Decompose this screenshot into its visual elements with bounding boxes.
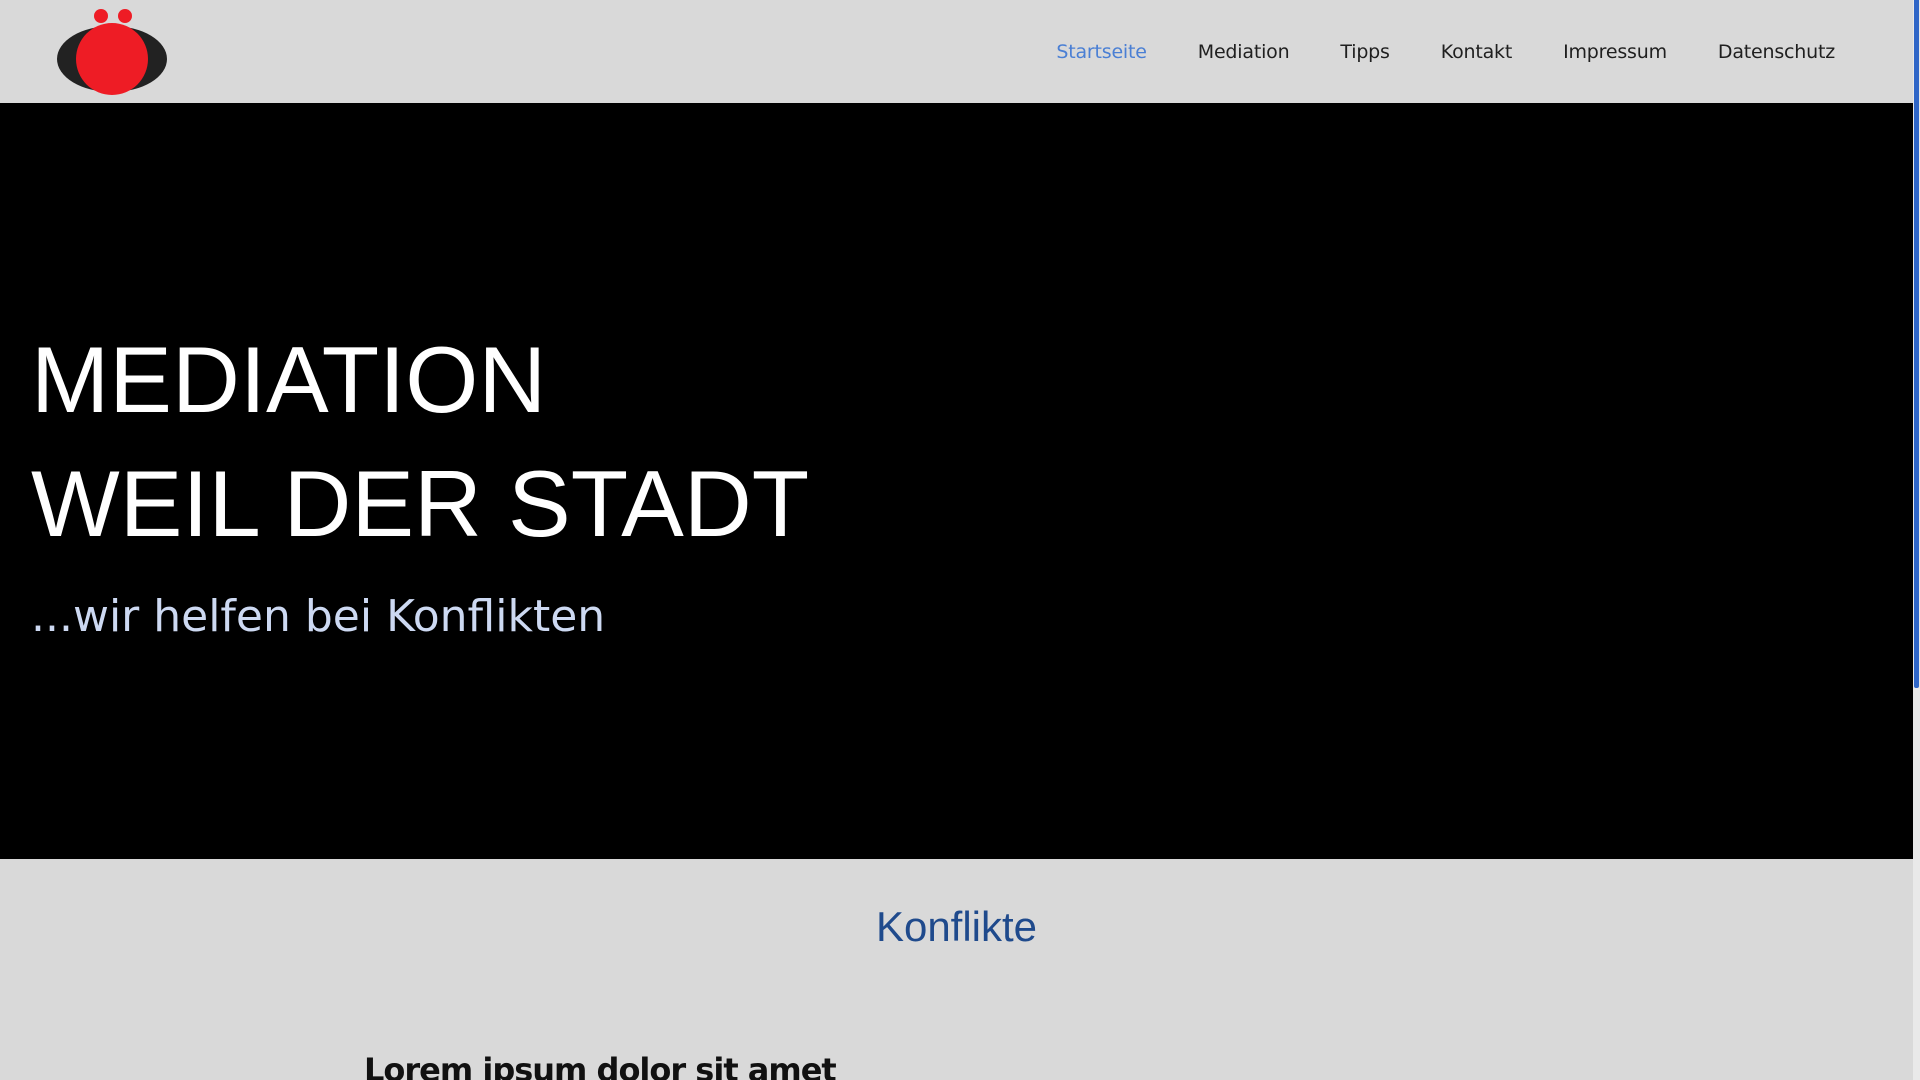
page-scrollbar[interactable]	[1913, 0, 1920, 1080]
nav-item-startseite[interactable]: Startseite	[1056, 41, 1147, 63]
nav-item-datenschutz[interactable]: Datenschutz	[1718, 41, 1835, 63]
hero-banner: MEDIATION WEIL DER STADT ...wir helfen b…	[0, 103, 1913, 859]
logo-icon[interactable]	[57, 9, 167, 95]
hero-title-line-2: WEIL DER STADT	[31, 451, 810, 556]
page: Startseite Mediation Tipps Kontakt Impre…	[0, 0, 1920, 1080]
site-header: Startseite Mediation Tipps Kontakt Impre…	[0, 0, 1913, 103]
nav-item-tipps[interactable]: Tipps	[1340, 41, 1390, 63]
konflikte-section: Konflikte Lorem ipsum dolor sit amet	[0, 859, 1913, 1080]
scrollbar-thumb[interactable]	[1914, 0, 1919, 688]
nav-item-impressum[interactable]: Impressum	[1563, 41, 1667, 63]
nav-item-kontakt[interactable]: Kontakt	[1441, 41, 1513, 63]
hero-subtitle: ...wir helfen bei Konflikten	[31, 591, 606, 642]
nav-item-mediation[interactable]: Mediation	[1198, 41, 1290, 63]
hero-title-line-1: MEDIATION	[31, 327, 547, 432]
section-lead: Lorem ipsum dolor sit amet	[364, 1051, 837, 1080]
hero-title: MEDIATION WEIL DER STADT	[31, 318, 809, 566]
section-title: Konflikte	[875, 903, 1038, 950]
main-nav: Startseite Mediation Tipps Kontakt Impre…	[1005, 0, 1835, 103]
